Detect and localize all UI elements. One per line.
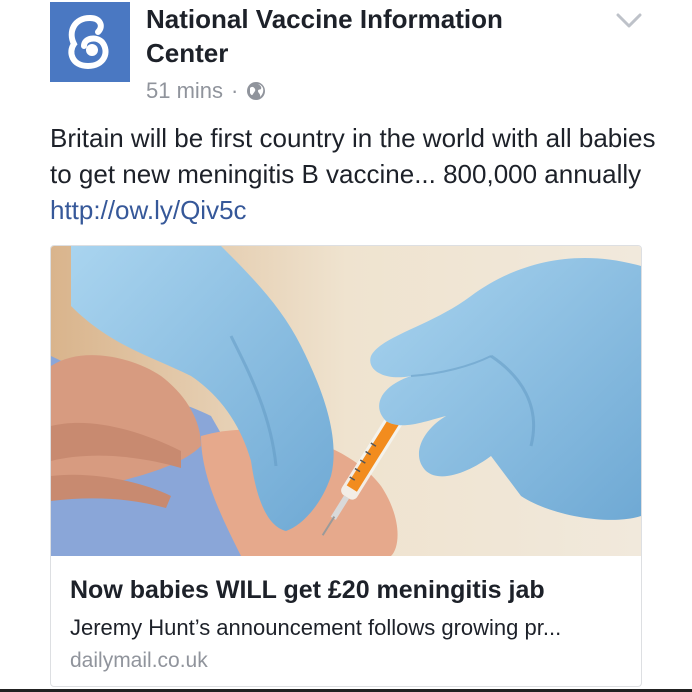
link-preview-description: Jeremy Hunt’s announcement follows growi… xyxy=(70,615,562,640)
globe-icon[interactable] xyxy=(246,81,266,101)
link-preview-title[interactable]: Now babies WILL get £20 meningitis jab xyxy=(70,576,630,605)
post-link[interactable]: http://ow.ly/Qiv5c xyxy=(50,195,247,225)
nvic-logo-icon xyxy=(50,2,130,82)
link-preview-image[interactable] xyxy=(51,246,641,556)
vaccine-injection-photo xyxy=(51,246,641,556)
facebook-post: National Vaccine Information Center 51 m… xyxy=(0,0,692,692)
page-name-link[interactable]: National Vaccine Information Center xyxy=(146,2,566,70)
post-message: Britain will be first country in the wor… xyxy=(50,123,656,189)
chevron-down-icon[interactable] xyxy=(614,10,644,32)
post-body: Britain will be first country in the wor… xyxy=(50,120,660,228)
meta-separator: · xyxy=(231,78,239,103)
link-preview-card[interactable]: Now babies WILL get £20 meningitis jab J… xyxy=(50,245,642,687)
page-avatar[interactable] xyxy=(50,2,130,82)
post-timestamp[interactable]: 51 mins xyxy=(146,78,223,104)
link-preview-domain: dailymail.co.uk xyxy=(70,649,208,672)
post-meta: 51 mins · xyxy=(146,76,266,106)
